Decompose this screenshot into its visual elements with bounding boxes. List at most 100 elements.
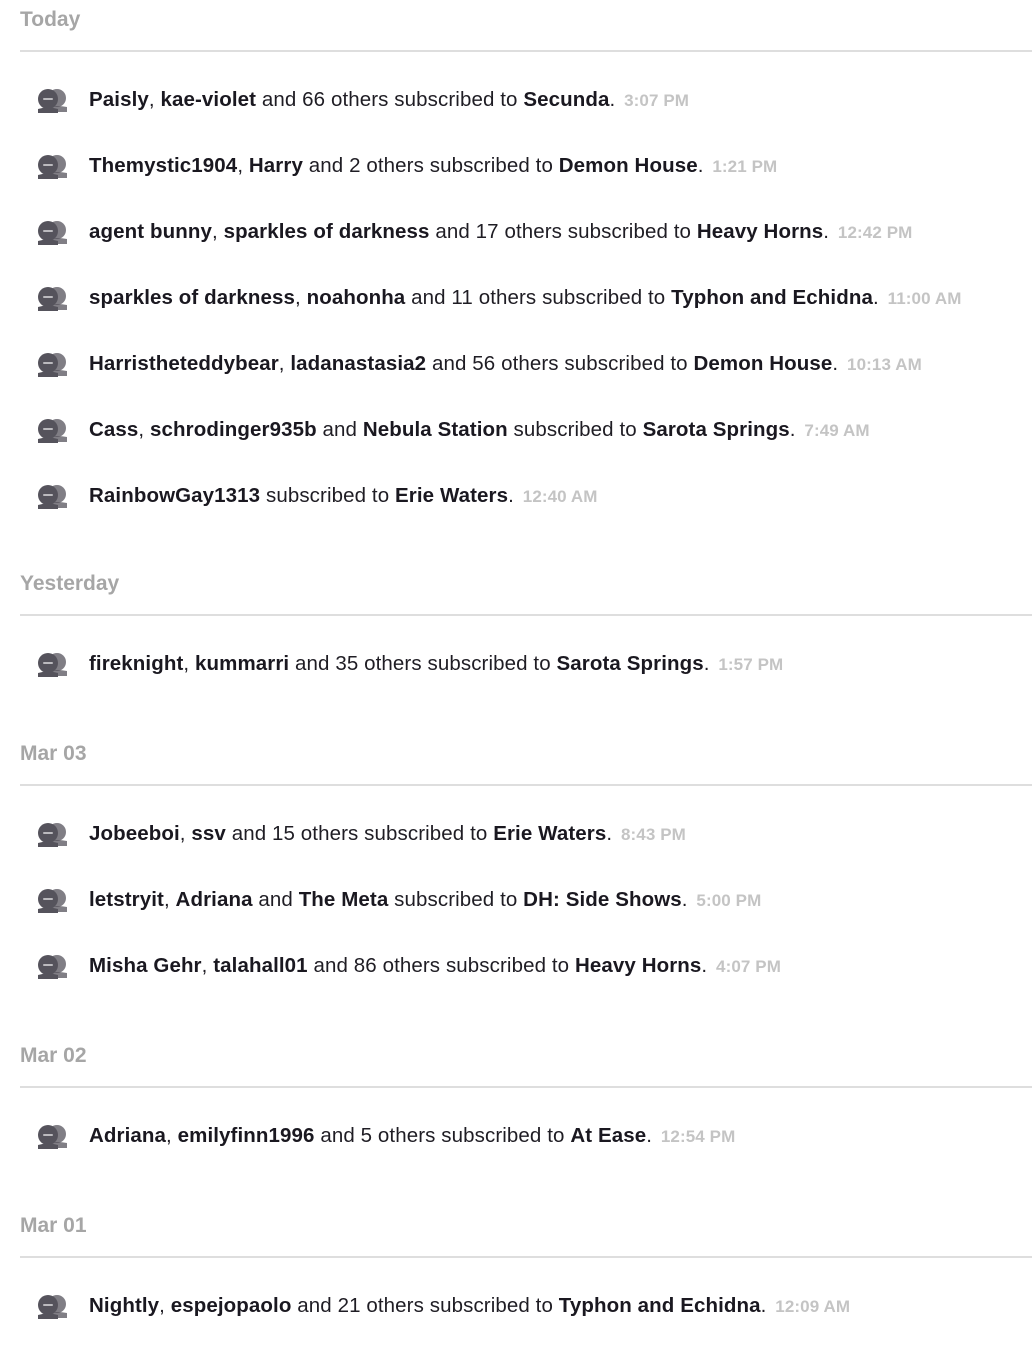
channel-link[interactable]: Demon House: [559, 154, 698, 177]
timestamp: 11:00 AM: [882, 289, 962, 308]
subscribed-to-label: subscribed to: [507, 418, 643, 441]
channel-link[interactable]: At Ease: [570, 1124, 646, 1147]
timestamp: 12:42 PM: [833, 223, 913, 242]
activity-item: RainbowGay1313 subscribed to Erie Waters…: [0, 463, 1032, 529]
channel-link[interactable]: Typhon and Echidna: [671, 286, 873, 309]
activity-text: Nightly, espejopaolo and 21 others subsc…: [89, 1294, 850, 1318]
separator: ,: [163, 888, 176, 911]
timestamp: 4:07 PM: [711, 957, 781, 976]
user-link[interactable]: The Meta: [299, 888, 389, 911]
subscribed-to-label: subscribed to: [423, 1294, 559, 1317]
activity-item: agent bunny, sparkles of darkness and 17…: [0, 199, 1032, 265]
channel-link[interactable]: Heavy Horns: [697, 220, 823, 243]
activity-text: Paisly, kae-violet and 66 others subscri…: [89, 88, 689, 112]
activity-text: sparkles of darkness, noahonha and 11 ot…: [89, 286, 961, 310]
user-link[interactable]: Misha Gehr: [89, 954, 202, 977]
user-link[interactable]: talahall01: [213, 954, 307, 977]
user-link[interactable]: Themystic1904: [89, 154, 237, 177]
channel-link[interactable]: DH: Side Shows: [523, 888, 682, 911]
channel-link[interactable]: Erie Waters: [493, 822, 606, 845]
user-link[interactable]: Nightly: [89, 1294, 159, 1317]
users-chat-icon: [36, 651, 69, 677]
activity-item: Adriana, emilyfinn1996 and 5 others subs…: [0, 1103, 1032, 1169]
user-link[interactable]: Jobeeboi: [89, 822, 180, 845]
user-link[interactable]: ladanastasia2: [290, 352, 426, 375]
activity-item: sparkles of darkness, noahonha and 11 ot…: [0, 265, 1032, 331]
activity-text: fireknight, kummarri and 35 others subsc…: [89, 652, 783, 676]
user-link[interactable]: sparkles of darkness: [224, 220, 430, 243]
activity-item: Paisly, kae-violet and 66 others subscri…: [0, 67, 1032, 133]
activity-item: Cass, schrodinger935b and Nebula Station…: [0, 397, 1032, 463]
conjunction: and: [252, 888, 299, 911]
user-link[interactable]: Harry: [249, 154, 303, 177]
activity-text: Jobeeboi, ssv and 15 others subscribed t…: [89, 822, 686, 846]
users-chat-icon: [36, 219, 69, 245]
others-count: and 17 others: [429, 220, 563, 243]
date-group: Yesterday fireknight, kummarri and 35 oth…: [0, 564, 1032, 697]
subscribed-to-label: subscribed to: [358, 822, 494, 845]
user-link[interactable]: ssv: [191, 822, 226, 845]
period: .: [789, 418, 796, 441]
subscribed-to-label: subscribed to: [558, 352, 694, 375]
timestamp: 1:57 PM: [713, 655, 784, 674]
activity-text: letstryit, Adriana and The Meta subscrib…: [89, 888, 761, 912]
channel-link[interactable]: Heavy Horns: [575, 954, 701, 977]
users-chat-icon: [36, 821, 69, 847]
user-link[interactable]: RainbowGay1313: [89, 484, 260, 507]
user-link[interactable]: schrodinger935b: [150, 418, 317, 441]
channel-link[interactable]: Erie Waters: [395, 484, 508, 507]
timestamp: 1:21 PM: [707, 157, 778, 176]
users-chat-icon: [36, 87, 69, 113]
channel-link[interactable]: Secunda: [523, 88, 609, 111]
timestamp: 12:09 AM: [770, 1297, 851, 1316]
date-group: Mar 03 Jobeeboi, ssv and 15 others subscr…: [0, 734, 1032, 999]
user-link[interactable]: agent bunny: [89, 220, 212, 243]
users-chat-icon: [36, 953, 69, 979]
subscribed-to-label: subscribed to: [260, 484, 395, 507]
user-link[interactable]: kae-violet: [160, 88, 256, 111]
others-count: and 11 others: [405, 286, 537, 309]
user-link[interactable]: fireknight: [89, 652, 183, 675]
separator: ,: [148, 88, 161, 111]
subscribed-to-label: subscribed to: [435, 1124, 571, 1147]
period: .: [508, 484, 514, 507]
date-group-header: Mar 03: [20, 734, 1032, 786]
subscribed-to-label: subscribed to: [388, 88, 524, 111]
users-chat-icon: [36, 417, 69, 443]
user-link[interactable]: Cass: [89, 418, 138, 441]
user-link[interactable]: sparkles of darkness: [89, 286, 295, 309]
activity-item: Misha Gehr, talahall01 and 86 others sub…: [0, 933, 1032, 999]
subscribed-to-label: subscribed to: [388, 888, 524, 911]
user-link[interactable]: Adriana: [176, 888, 253, 911]
activity-text: Adriana, emilyfinn1996 and 5 others subs…: [89, 1124, 735, 1148]
subscribed-to-label: subscribed to: [440, 954, 575, 977]
activity-list: Jobeeboi, ssv and 15 others subscribed t…: [0, 801, 1032, 999]
others-count: and 86 others: [307, 954, 441, 977]
activity-text: Cass, schrodinger935b and Nebula Station…: [89, 418, 870, 442]
user-link[interactable]: noahonha: [307, 286, 406, 309]
others-count: and 21 others: [291, 1294, 424, 1317]
user-link[interactable]: emilyfinn1996: [178, 1124, 315, 1147]
others-count: and 56 others: [426, 352, 559, 375]
date-group-header: Today: [20, 0, 1032, 52]
subscribed-to-label: subscribed to: [421, 652, 557, 675]
period: .: [646, 1124, 653, 1147]
user-link[interactable]: espejopaolo: [171, 1294, 292, 1317]
channel-link[interactable]: Typhon and Echidna: [559, 1294, 761, 1317]
date-group-header: Mar 02: [20, 1036, 1032, 1088]
user-link[interactable]: Nebula Station: [363, 418, 508, 441]
channel-link[interactable]: Sarota Springs: [643, 418, 790, 441]
activity-list: Nightly, espejopaolo and 21 others subsc…: [0, 1273, 1032, 1339]
period: .: [681, 888, 688, 911]
user-link[interactable]: kummarri: [195, 652, 289, 675]
user-link[interactable]: Harristheteddybear: [89, 352, 279, 375]
others-count: and 15 others: [225, 822, 359, 845]
separator: ,: [166, 1124, 178, 1147]
users-chat-icon: [36, 351, 69, 377]
channel-link[interactable]: Demon House: [693, 352, 832, 375]
user-link[interactable]: Paisly: [89, 88, 149, 111]
user-link[interactable]: letstryit: [89, 888, 164, 911]
user-link[interactable]: Adriana: [89, 1124, 166, 1147]
activity-text: Misha Gehr, talahall01 and 86 others sub…: [89, 954, 781, 978]
channel-link[interactable]: Sarota Springs: [557, 652, 704, 675]
